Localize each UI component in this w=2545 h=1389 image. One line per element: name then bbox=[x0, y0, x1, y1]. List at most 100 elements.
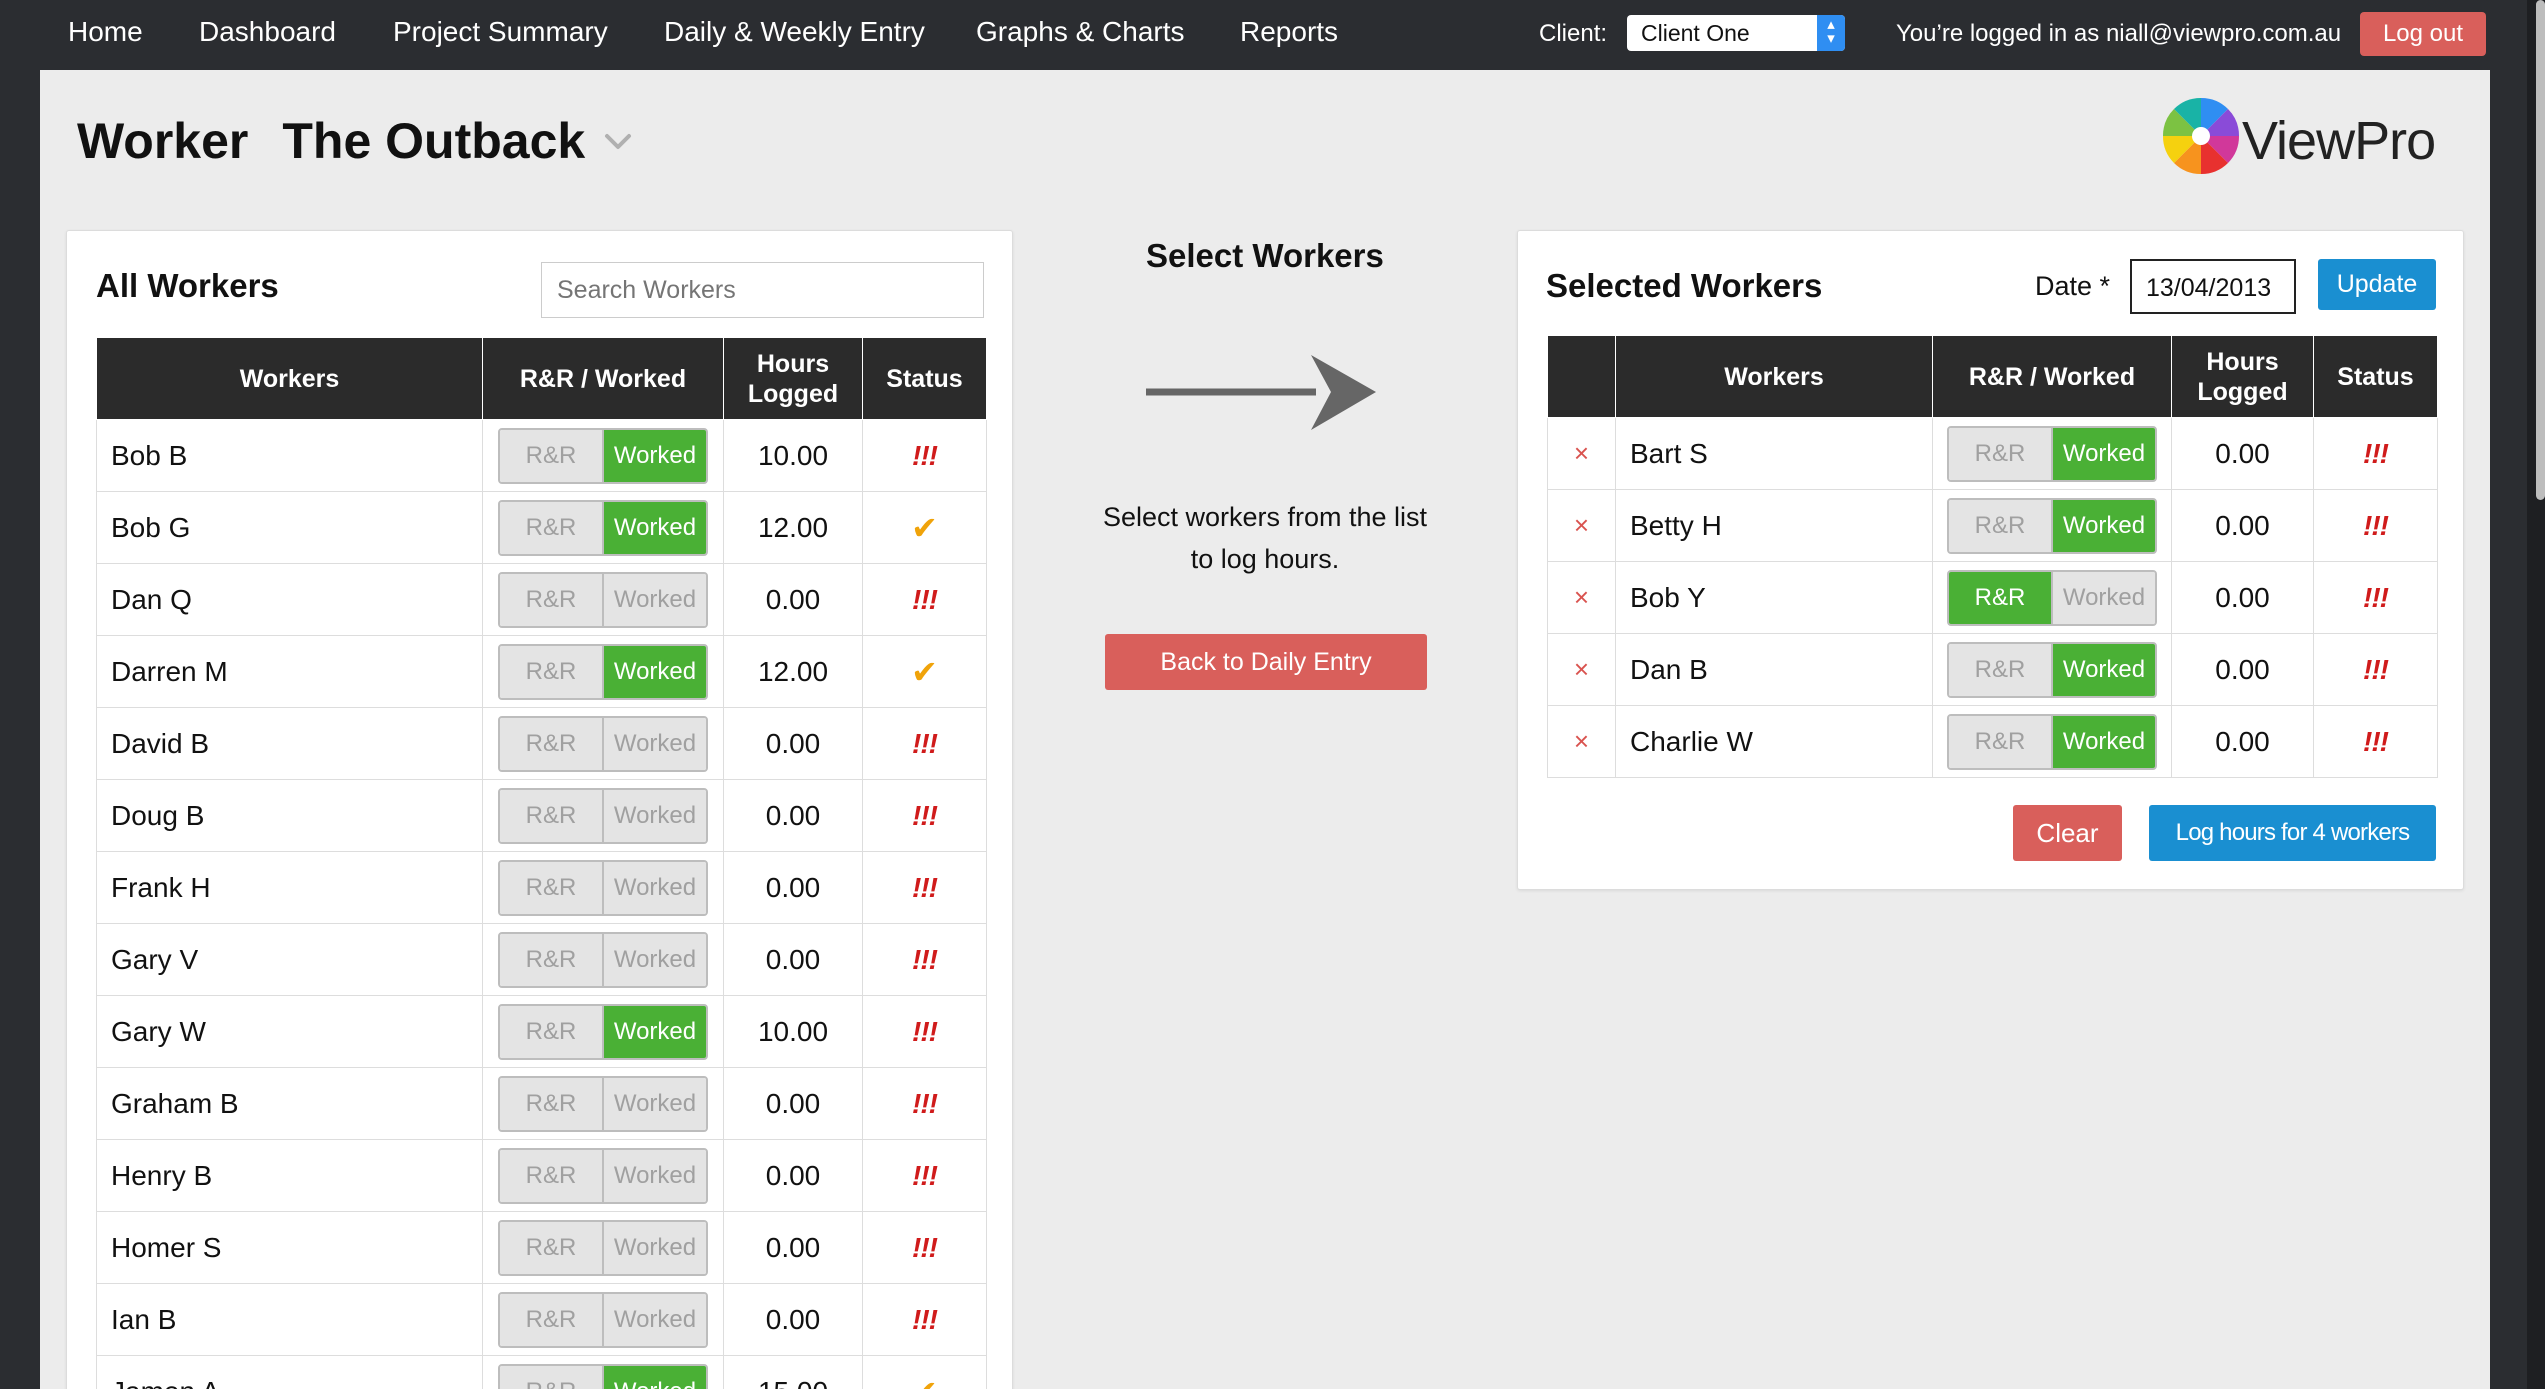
worked-option[interactable]: Worked bbox=[604, 1077, 706, 1130]
table-row[interactable]: Homer S R&R Worked 0.00!!! bbox=[96, 1211, 987, 1284]
rr-worked-toggle[interactable]: R&RWorked bbox=[498, 715, 708, 772]
rr-worked-toggle[interactable]: R&RWorked bbox=[498, 1291, 708, 1348]
date-input[interactable]: 13/04/2013 bbox=[2130, 259, 2296, 314]
worked-option[interactable]: Worked bbox=[604, 501, 706, 554]
logout-button[interactable]: Log out bbox=[2360, 12, 2486, 56]
rr-option[interactable]: R&R bbox=[500, 1221, 602, 1274]
rr-worked-toggle[interactable]: R&RWorked bbox=[1947, 713, 2157, 770]
table-row[interactable]: Gary W R&R Worked 10.00!!! bbox=[96, 995, 987, 1068]
nav-project-summary[interactable]: Project Summary bbox=[393, 16, 608, 48]
col-rr-worked[interactable]: R&R / Worked bbox=[482, 337, 724, 420]
rr-option[interactable]: R&R bbox=[500, 1365, 602, 1389]
rr-worked-toggle[interactable]: R&RWorked bbox=[498, 1363, 708, 1389]
table-row[interactable]: Darren M R&R Worked 12.00 ✔ bbox=[96, 635, 987, 708]
rr-option[interactable]: R&R bbox=[500, 645, 602, 698]
worked-option[interactable]: Worked bbox=[2053, 571, 2155, 624]
remove-icon[interactable]: × bbox=[1574, 726, 1589, 756]
table-row[interactable]: Ian B R&R Worked 0.00!!! bbox=[96, 1283, 987, 1356]
client-select[interactable]: Client One ▴ ▾ bbox=[1627, 15, 1845, 51]
nav-daily-weekly-entry[interactable]: Daily & Weekly Entry bbox=[664, 16, 925, 48]
remove-icon[interactable]: × bbox=[1574, 582, 1589, 612]
worked-option[interactable]: Worked bbox=[2053, 499, 2155, 552]
col-workers[interactable]: Workers bbox=[96, 337, 483, 420]
col-hours-logged[interactable]: Hours Logged bbox=[723, 337, 863, 420]
remove-icon[interactable]: × bbox=[1574, 510, 1589, 540]
rr-worked-toggle[interactable]: R&RWorked bbox=[498, 1003, 708, 1060]
worked-option[interactable]: Worked bbox=[604, 645, 706, 698]
search-workers-input[interactable] bbox=[541, 262, 984, 318]
col-workers[interactable]: Workers bbox=[1615, 335, 1933, 418]
worked-option[interactable]: Worked bbox=[604, 1293, 706, 1346]
update-button[interactable]: Update bbox=[2318, 259, 2436, 310]
rr-worked-toggle[interactable]: R&RWorked bbox=[498, 1075, 708, 1132]
rr-option[interactable]: R&R bbox=[1949, 715, 2051, 768]
rr-worked-toggle[interactable]: R&RWorked bbox=[498, 787, 708, 844]
scrollbar-thumb[interactable] bbox=[2536, 0, 2545, 500]
rr-worked-toggle[interactable]: R&RWorked bbox=[498, 931, 708, 988]
nav-reports[interactable]: Reports bbox=[1240, 16, 1338, 48]
worked-option[interactable]: Worked bbox=[2053, 715, 2155, 768]
col-status[interactable]: Status bbox=[862, 337, 987, 420]
col-status[interactable]: Status bbox=[2313, 335, 2438, 418]
clear-button[interactable]: Clear bbox=[2013, 805, 2122, 861]
table-row[interactable]: Dan Q R&R Worked 0.00!!! bbox=[96, 563, 987, 636]
table-row[interactable]: Frank H R&R Worked 0.00!!! bbox=[96, 851, 987, 924]
table-row[interactable]: Henry B R&R Worked 0.00!!! bbox=[96, 1139, 987, 1212]
rr-option[interactable]: R&R bbox=[1949, 427, 2051, 480]
remove-icon[interactable]: × bbox=[1574, 654, 1589, 684]
rr-option[interactable]: R&R bbox=[500, 789, 602, 842]
rr-worked-toggle[interactable]: R&RWorked bbox=[1947, 497, 2157, 554]
nav-graphs-charts[interactable]: Graphs & Charts bbox=[976, 16, 1185, 48]
rr-worked-toggle[interactable]: R&RWorked bbox=[498, 499, 708, 556]
table-row[interactable]: Graham B R&R Worked 0.00!!! bbox=[96, 1067, 987, 1140]
worked-option[interactable]: Worked bbox=[2053, 643, 2155, 696]
rr-option[interactable]: R&R bbox=[500, 861, 602, 914]
log-hours-button[interactable]: Log hours for 4 workers bbox=[2149, 805, 2436, 861]
rr-worked-toggle[interactable]: R&RWorked bbox=[1947, 569, 2157, 626]
worked-option[interactable]: Worked bbox=[604, 789, 706, 842]
nav-home[interactable]: Home bbox=[68, 16, 143, 48]
worked-option[interactable]: Worked bbox=[604, 429, 706, 482]
worked-option[interactable]: Worked bbox=[604, 1005, 706, 1058]
rr-option[interactable]: R&R bbox=[500, 429, 602, 482]
rr-option[interactable]: R&R bbox=[500, 1077, 602, 1130]
nav-dashboard[interactable]: Dashboard bbox=[199, 16, 336, 48]
rr-option[interactable]: R&R bbox=[500, 1005, 602, 1058]
rr-worked-toggle[interactable]: R&RWorked bbox=[498, 427, 708, 484]
rr-option[interactable]: R&R bbox=[500, 1149, 602, 1202]
project-name[interactable]: The Outback bbox=[282, 113, 585, 169]
table-row[interactable]: Gary V R&R Worked 0.00!!! bbox=[96, 923, 987, 996]
rr-option[interactable]: R&R bbox=[500, 501, 602, 554]
worked-option[interactable]: Worked bbox=[604, 573, 706, 626]
col-hours-logged[interactable]: Hours Logged bbox=[2171, 335, 2314, 418]
worked-option[interactable]: Worked bbox=[604, 1221, 706, 1274]
rr-worked-toggle[interactable]: R&RWorked bbox=[498, 643, 708, 700]
rr-worked-toggle[interactable]: R&RWorked bbox=[1947, 425, 2157, 482]
rr-option[interactable]: R&R bbox=[1949, 499, 2051, 552]
remove-icon[interactable]: × bbox=[1574, 438, 1589, 468]
table-row[interactable]: David B R&R Worked 0.00!!! bbox=[96, 707, 987, 780]
rr-option[interactable]: R&R bbox=[500, 717, 602, 770]
rr-option[interactable]: R&R bbox=[1949, 571, 2051, 624]
rr-option[interactable]: R&R bbox=[1949, 643, 2051, 696]
table-row[interactable]: Bob B R&R Worked 10.00!!! bbox=[96, 419, 987, 492]
worked-option[interactable]: Worked bbox=[604, 1149, 706, 1202]
rr-worked-toggle[interactable]: R&RWorked bbox=[498, 1219, 708, 1276]
rr-worked-toggle[interactable]: R&RWorked bbox=[498, 1147, 708, 1204]
worked-option[interactable]: Worked bbox=[604, 717, 706, 770]
rr-option[interactable]: R&R bbox=[500, 573, 602, 626]
worked-option[interactable]: Worked bbox=[604, 861, 706, 914]
table-row[interactable]: Jamen A R&RWorked 15.00 ✔ bbox=[96, 1355, 987, 1389]
worked-option[interactable]: Worked bbox=[604, 1365, 706, 1389]
rr-worked-toggle[interactable]: R&RWorked bbox=[498, 571, 708, 628]
back-to-daily-entry-button[interactable]: Back to Daily Entry bbox=[1105, 634, 1427, 690]
chevron-down-icon[interactable] bbox=[602, 125, 634, 157]
worked-option[interactable]: Worked bbox=[604, 933, 706, 986]
table-row[interactable]: Doug B R&R Worked 0.00!!! bbox=[96, 779, 987, 852]
rr-worked-toggle[interactable]: R&RWorked bbox=[1947, 641, 2157, 698]
rr-option[interactable]: R&R bbox=[500, 1293, 602, 1346]
table-row[interactable]: Bob G R&R Worked 12.00 ✔ bbox=[96, 491, 987, 564]
worked-option[interactable]: Worked bbox=[2053, 427, 2155, 480]
col-rr-worked[interactable]: R&R / Worked bbox=[1932, 335, 2172, 418]
rr-worked-toggle[interactable]: R&RWorked bbox=[498, 859, 708, 916]
